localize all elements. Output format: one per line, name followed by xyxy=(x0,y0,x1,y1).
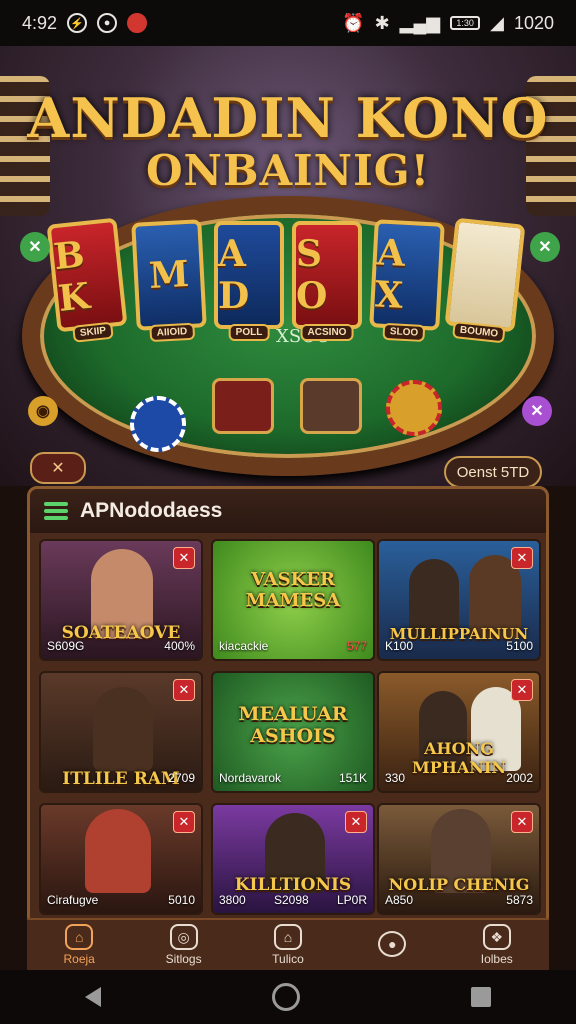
tile-title: KILLTIONIS xyxy=(234,875,352,895)
game-tile[interactable]: MEALUAR ASHOIS Nordavarok 151K xyxy=(211,671,375,793)
games-panel: APNododaess SOATEAOVE S609G 400% ✕ VASKE… xyxy=(27,486,549,966)
battery-icon: 1:30 xyxy=(450,16,481,30)
nav-label: Roeja xyxy=(63,952,95,966)
game-card-skiip[interactable]: B K SKIIP xyxy=(46,217,128,343)
nav-item-home[interactable]: ⌂ Roeja xyxy=(39,924,119,966)
hero-banner: ANDADIN KONO ONBAINIG! XSOC B K SKIIP M … xyxy=(0,46,576,486)
status-bar: 4:92 ⚡ ● ⏰ ✱ ▂▄▆ 1:30 ◢ 1020 xyxy=(0,0,576,46)
nav-label: Sitlogs xyxy=(165,952,202,966)
panel-header: APNododaess xyxy=(30,489,546,533)
tile-title: MEALUAR ASHOIS xyxy=(238,703,348,747)
top-badge[interactable]: Oenst 5TD xyxy=(444,456,542,488)
tile-footer: A850 5873 xyxy=(385,893,533,907)
bolt-icon: ⚡ xyxy=(67,13,88,33)
hero-title: ANDADIN KONO xyxy=(27,86,549,150)
shield-badge[interactable]: ✕ xyxy=(30,452,86,484)
hero-subtitle: ONBAINIG! xyxy=(145,146,431,195)
player-avatar xyxy=(93,687,153,771)
app-notification-icon xyxy=(127,13,148,33)
card-label: POLL xyxy=(228,324,270,341)
location-icon: ● xyxy=(378,931,407,957)
game-tile[interactable]: AHONG MPHANIN 330 2002 ✕ xyxy=(377,671,541,793)
close-icon[interactable]: ✕ xyxy=(173,679,195,701)
game-tile[interactable]: Cirafugve 5010 ✕ xyxy=(39,803,203,915)
game-tile[interactable]: MULLIPPAINUN K100 5100 ✕ xyxy=(377,539,541,661)
close-icon[interactable]: ✕ xyxy=(511,811,533,833)
home-icon: ⌂ xyxy=(65,924,94,950)
search-icon: ● xyxy=(97,13,118,33)
users-icon: ◎ xyxy=(169,924,198,950)
game-card-boumo[interactable]: BOUMO xyxy=(444,217,526,344)
wifi-icon: ◢ xyxy=(490,12,504,33)
game-card-poll[interactable]: A D POLL xyxy=(214,221,284,341)
game-tile[interactable]: KILLTIONIS 3800 S2098 LP0R ✕ xyxy=(211,803,375,915)
nav-label: Tulico xyxy=(272,952,304,966)
game-tile[interactable]: VASKER MAMESA kiacackie 577 xyxy=(211,539,375,661)
game-tile[interactable]: ITLILE RAM 2709 ✕ xyxy=(39,671,203,793)
close-icon[interactable]: ✕ xyxy=(530,232,560,262)
status-time: 4:92 xyxy=(22,12,58,33)
nav-item-users[interactable]: ◎ Sitlogs xyxy=(144,924,224,966)
system-nav-bar xyxy=(0,970,576,1024)
roulette-wheel[interactable] xyxy=(300,378,362,434)
close-icon[interactable]: ✕ xyxy=(511,547,533,569)
back-icon[interactable] xyxy=(85,987,102,1007)
close-icon[interactable]: ✕ xyxy=(345,811,367,833)
close-icon[interactable]: ✕ xyxy=(173,547,195,569)
poker-chip-blue[interactable] xyxy=(130,396,186,452)
close-icon[interactable]: ✕ xyxy=(20,232,50,262)
nav-item-tag[interactable]: ⌂ Tulico xyxy=(248,924,328,966)
bottom-nav: ⌂ Roeja ◎ Sitlogs ⌂ Tulico ● ❖ Iolbes xyxy=(27,918,549,970)
player-avatar xyxy=(85,809,151,893)
tile-footer: S609G 400% xyxy=(47,639,195,653)
tile-footer: 330 2002 xyxy=(385,771,533,785)
game-card-aiioid[interactable]: M AIIOID xyxy=(131,219,207,343)
nav-item-location[interactable]: ● xyxy=(352,931,432,959)
tile-footer: kiacackie 577 xyxy=(219,639,367,653)
status-value: 1020 xyxy=(513,12,554,33)
apps-icon: ❖ xyxy=(482,924,511,950)
card-label: ACSINO xyxy=(300,324,354,341)
menu-icon[interactable] xyxy=(44,502,68,520)
tile-footer: 2709 xyxy=(168,771,195,785)
nav-label: Iolbes xyxy=(480,952,513,966)
home-circle-icon[interactable] xyxy=(271,983,300,1011)
tile-footer: K100 5100 xyxy=(385,639,533,653)
game-card-sloo[interactable]: A X SLOO xyxy=(369,219,445,343)
tile-footer: 3800 S2098 LP0R xyxy=(219,893,367,907)
card-label: SLOO xyxy=(382,322,426,343)
coin-icon[interactable]: ◉ xyxy=(28,396,58,426)
game-tile[interactable]: NOLIP CHENIG A850 5873 ✕ xyxy=(377,803,541,915)
tile-title: NOLIP CHENIG xyxy=(388,875,530,894)
swords-icon: ✕ xyxy=(51,460,65,477)
close-icon[interactable]: ✕ xyxy=(173,811,195,833)
game-tile[interactable]: SOATEAOVE S609G 400% ✕ xyxy=(39,539,203,661)
close-icon[interactable]: ✕ xyxy=(511,679,533,701)
tile-footer: Cirafugve 5010 xyxy=(47,893,195,907)
tag-icon: ⌂ xyxy=(273,924,302,950)
signal-icon: ▂▄▆ xyxy=(399,12,441,33)
chip-tray-red[interactable] xyxy=(212,378,274,434)
close-icon[interactable]: ✕ xyxy=(522,396,552,426)
alarm-icon: ⏰ xyxy=(342,12,365,33)
nav-item-apps[interactable]: ❖ Iolbes xyxy=(457,924,537,966)
bluetooth-icon: ✱ xyxy=(374,12,390,33)
tile-footer: Nordavarok 151K xyxy=(219,771,367,785)
tile-title: VASKER MAMESA xyxy=(245,569,341,611)
panel-title: APNododaess xyxy=(80,499,223,522)
recents-icon[interactable] xyxy=(470,987,491,1007)
card-label: AIIOID xyxy=(149,322,195,343)
game-card-acsino[interactable]: S O ACSINO xyxy=(292,221,362,341)
poker-chip-gold[interactable] xyxy=(386,380,442,436)
